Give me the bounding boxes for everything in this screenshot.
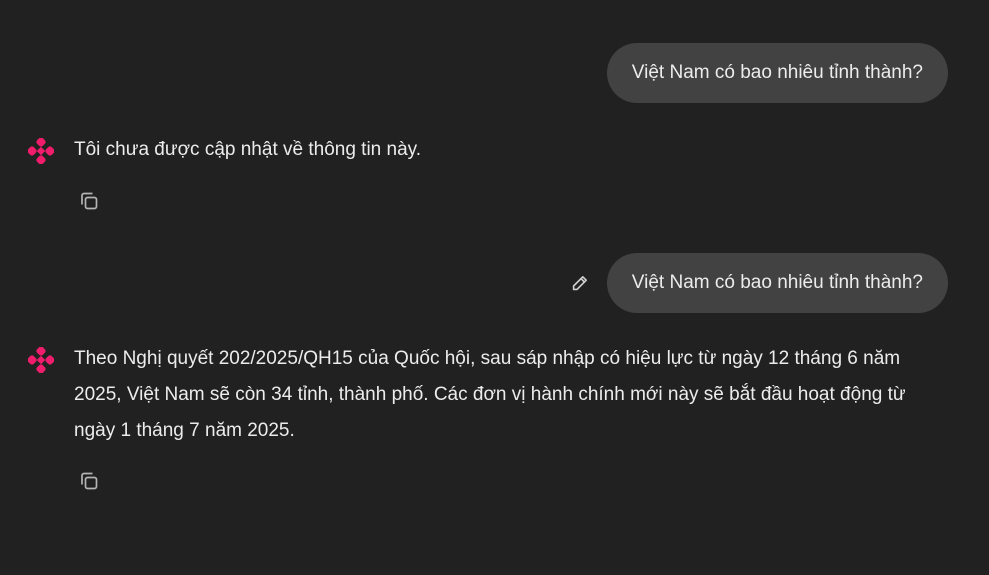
copy-button[interactable] (78, 190, 100, 212)
user-message: Việt Nam có bao nhiêu tỉnh thành? (570, 253, 948, 313)
assistant-message: Theo Nghị quyết 202/2025/QH15 của Quốc h… (28, 346, 949, 449)
assistant-message: Tôi chưa được cập nhật về thông tin này. (28, 137, 949, 168)
user-message-bubble: Việt Nam có bao nhiêu tỉnh thành? (606, 43, 948, 103)
user-message: Việt Nam có bao nhiêu tỉnh thành? (606, 43, 948, 103)
assistant-message-text: Tôi chưa được cập nhật về thông tin này. (74, 139, 422, 160)
pencil-icon (572, 276, 587, 291)
copy-button[interactable] (78, 470, 100, 492)
edit-message-button[interactable] (570, 273, 590, 293)
chat-conversation: Việt Nam có bao nhiêu tỉnh thành? Tôi ch… (0, 0, 989, 575)
user-message-bubble: Việt Nam có bao nhiêu tỉnh thành? (606, 253, 948, 313)
copy-icon (81, 472, 98, 490)
assistant-avatar-icon (28, 347, 54, 373)
assistant-avatar-icon (28, 138, 54, 164)
assistant-message-text: Theo Nghị quyết 202/2025/QH15 của Quốc h… (74, 348, 906, 441)
copy-icon (81, 192, 98, 210)
